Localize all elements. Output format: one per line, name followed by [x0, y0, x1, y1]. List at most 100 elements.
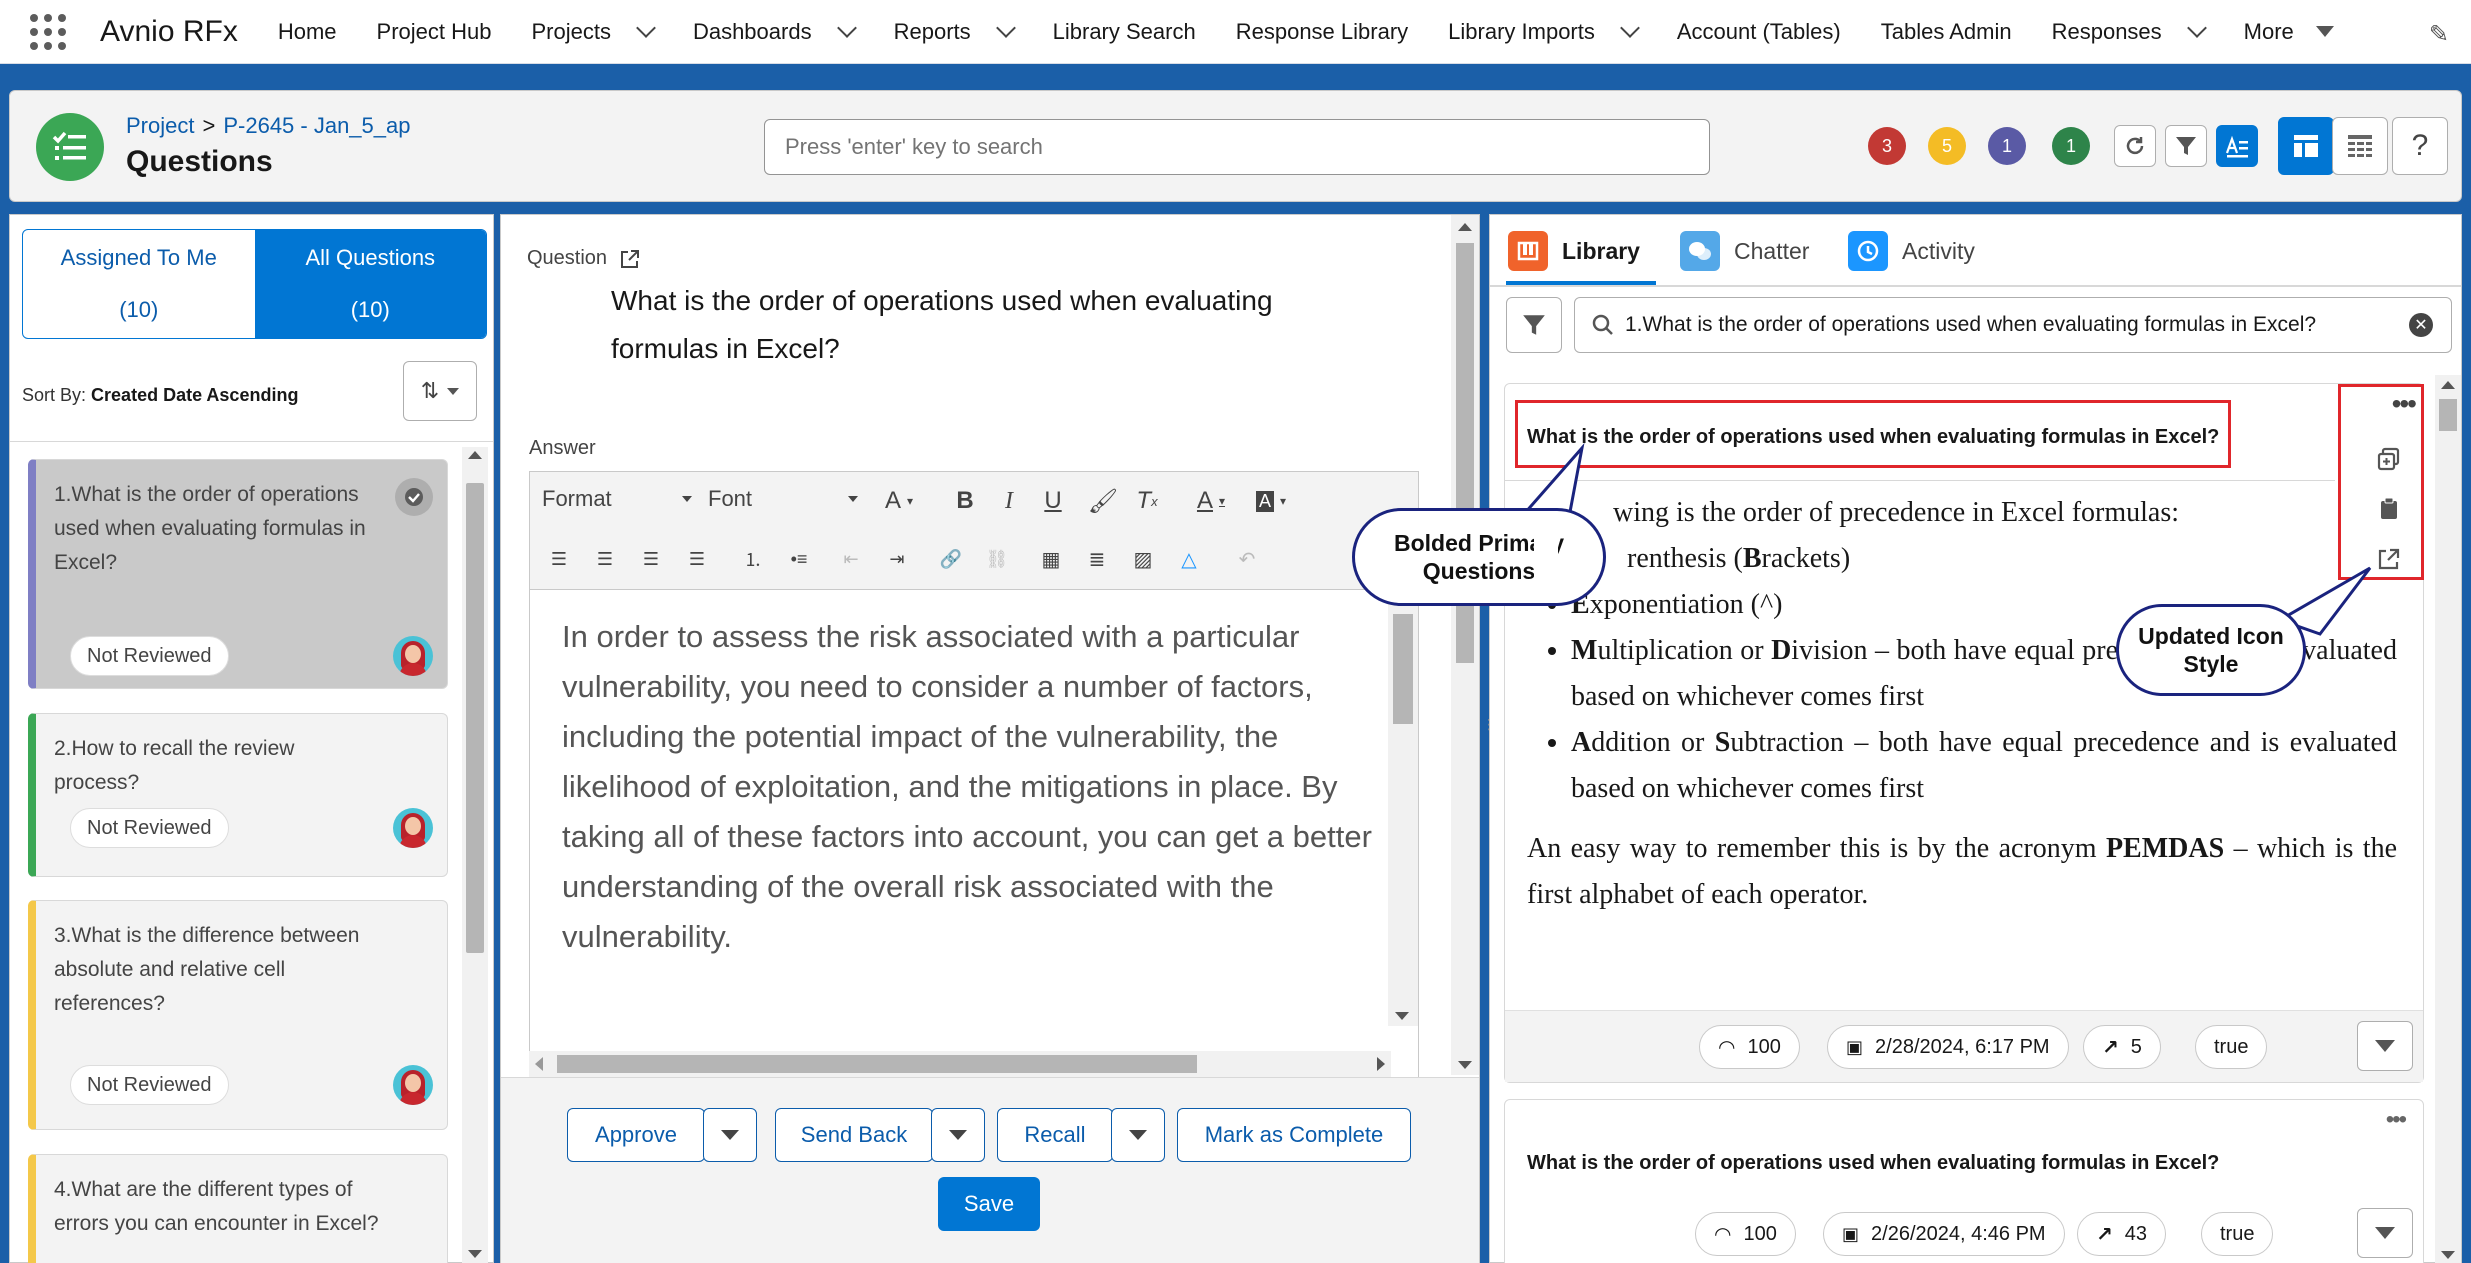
breadcrumb-current-link[interactable]: P-2645 - Jan_5_ap [223, 113, 410, 138]
status-count-badge-green[interactable]: 1 [2052, 127, 2090, 165]
result-expand-button[interactable] [2357, 1021, 2413, 1071]
avatar[interactable] [393, 808, 433, 848]
chevron-down-icon [682, 496, 692, 502]
table-view-toggle[interactable] [2332, 117, 2388, 175]
editor-horizontal-scrollbar[interactable] [529, 1051, 1391, 1077]
format-select[interactable]: Format [542, 486, 692, 512]
answer-text[interactable]: In order to assess the risk associated w… [562, 612, 1372, 962]
app-launcher-icon[interactable] [28, 12, 68, 52]
ai-assist-icon[interactable]: △ [1172, 542, 1206, 576]
list-item[interactable]: 1.What is the order of operations used w… [28, 459, 448, 689]
status-count-badge-purple[interactable]: 1 [1988, 127, 2026, 165]
clear-search-icon[interactable]: ✕ [2409, 313, 2433, 337]
outdent-icon[interactable]: ⇤ [834, 542, 868, 576]
filter-button[interactable] [2165, 125, 2207, 167]
list-item[interactable]: 4.What are the different types of errors… [28, 1154, 448, 1263]
nav-item[interactable]: Project Hub [377, 19, 492, 45]
card-view-toggle[interactable] [2278, 117, 2334, 175]
horizontal-rule-icon[interactable]: ≣ [1080, 542, 1114, 576]
italic-icon[interactable]: I [992, 484, 1026, 518]
library-filter-button[interactable] [1506, 297, 1562, 353]
underline-icon[interactable]: U [1036, 484, 1070, 518]
nav-item[interactable]: Home [278, 19, 337, 45]
link-icon[interactable]: 🔗 [934, 542, 968, 576]
justify-icon[interactable]: ☰ [680, 542, 714, 576]
undo-icon[interactable]: ↶ [1230, 542, 1264, 576]
nav-item[interactable]: Response Library [1236, 19, 1408, 45]
bold-icon[interactable]: B [948, 484, 982, 518]
status-count-badge-yellow[interactable]: 5 [1928, 127, 1966, 165]
tab-assigned-to-me[interactable]: Assigned To Me (10) [23, 230, 255, 338]
approve-button[interactable]: Approve [567, 1108, 705, 1162]
nav-item[interactable]: Dashboards [693, 17, 857, 45]
recall-options-button[interactable] [1111, 1108, 1165, 1162]
format-painter-icon[interactable]: 🖌 [1086, 484, 1120, 518]
panel-resize-handle[interactable]: ⋮ [1482, 717, 1496, 750]
approve-options-button[interactable] [703, 1108, 757, 1162]
nav-edit-icon[interactable]: ✎ [2429, 20, 2449, 49]
date-pill: ▣ 2/26/2024, 4:46 PM [1823, 1212, 2065, 1256]
table-icon[interactable]: ▦ [1034, 542, 1068, 576]
align-left-icon[interactable]: ☰ [542, 542, 576, 576]
numbered-list-icon[interactable]: ⒈ [736, 542, 770, 576]
result-expand-button[interactable] [2357, 1208, 2413, 1258]
editor-scrollbar[interactable] [1388, 590, 1418, 1026]
bulk-edit-button[interactable] [2216, 125, 2258, 167]
save-button[interactable]: Save [938, 1177, 1040, 1231]
result-meta-bar: ◠ 100 ▣ 2/26/2024, 4:46 PM ↗ 43 true [1505, 1198, 2423, 1263]
sort-prefix: Sort By: [22, 385, 87, 405]
help-button[interactable]: ? [2392, 117, 2448, 175]
text-color-icon[interactable]: A ▾ [1186, 484, 1236, 518]
active-tab-indicator [1506, 281, 1656, 285]
background-color-icon[interactable]: A ▾ [1246, 484, 1296, 518]
nav-item[interactable]: Projects [531, 17, 656, 45]
nav-item-label: Account (Tables) [1676, 18, 1841, 44]
result-title[interactable]: What is the order of operations used whe… [1527, 1152, 2219, 1175]
image-icon[interactable]: ▨ [1126, 542, 1160, 576]
status-count-badge-red[interactable]: 3 [1868, 127, 1906, 165]
library-scrollbar[interactable] [2435, 375, 2461, 1263]
nav-item[interactable]: More [2244, 19, 2334, 45]
font-select[interactable]: Font [708, 486, 858, 512]
chevron-down-icon [2375, 1040, 2395, 1052]
question-list-scrollbar[interactable] [462, 447, 488, 1263]
sort-label: Sort By: Created Date Ascending [22, 385, 298, 406]
more-actions-icon[interactable]: ••• [2386, 1108, 2407, 1132]
list-item[interactable]: 3.What is the difference between absolut… [28, 900, 448, 1130]
nav-item[interactable]: Library Imports [1448, 17, 1640, 45]
recall-button[interactable]: Recall [997, 1108, 1113, 1162]
checkmark-icon[interactable] [395, 478, 433, 516]
font-size-icon[interactable]: A ▾ [874, 484, 924, 518]
avatar[interactable] [393, 1065, 433, 1105]
send-back-options-button[interactable] [931, 1108, 985, 1162]
tab-chatter[interactable]: Chatter [1680, 227, 1809, 275]
send-back-button[interactable]: Send Back [775, 1108, 933, 1162]
nav-item[interactable]: Responses [2052, 17, 2207, 45]
tab-library[interactable]: Library [1508, 227, 1640, 275]
list-item[interactable]: 2.How to recall the review process? Not … [28, 713, 448, 877]
align-right-icon[interactable]: ☰ [634, 542, 668, 576]
indent-icon[interactable]: ⇥ [880, 542, 914, 576]
breadcrumb-project-link[interactable]: Project [126, 113, 194, 138]
align-center-icon[interactable]: ☰ [588, 542, 622, 576]
avatar[interactable] [393, 636, 433, 676]
bullet-list-icon[interactable]: •≡ [782, 542, 816, 576]
open-external-icon[interactable] [619, 248, 641, 270]
nav-item[interactable]: Tables Admin [1881, 19, 2012, 45]
views-count: 100 [1747, 1035, 1781, 1058]
nav-item[interactable]: Library Search [1053, 19, 1196, 45]
refresh-button[interactable] [2114, 125, 2156, 167]
detail-panel-scrollbar[interactable] [1451, 215, 1479, 1075]
grid-table-icon [2348, 135, 2372, 157]
nav-item[interactable]: Reports [894, 17, 1016, 45]
mark-complete-button[interactable]: Mark as Complete [1177, 1108, 1411, 1162]
library-search-input[interactable]: 1.What is the order of operations used w… [1574, 297, 2452, 353]
sort-menu-button[interactable]: ⇅ [403, 361, 477, 421]
gauge-icon: ◠ [1718, 1036, 1736, 1059]
unlink-icon[interactable]: ⛓ [980, 542, 1014, 576]
clear-formatting-icon[interactable]: Tx [1130, 484, 1164, 518]
nav-item[interactable]: Account (Tables) [1677, 19, 1841, 45]
tab-all-questions[interactable]: All Questions (10) [254, 230, 486, 338]
question-search-input[interactable] [764, 119, 1710, 175]
tab-activity[interactable]: Activity [1848, 227, 1975, 275]
